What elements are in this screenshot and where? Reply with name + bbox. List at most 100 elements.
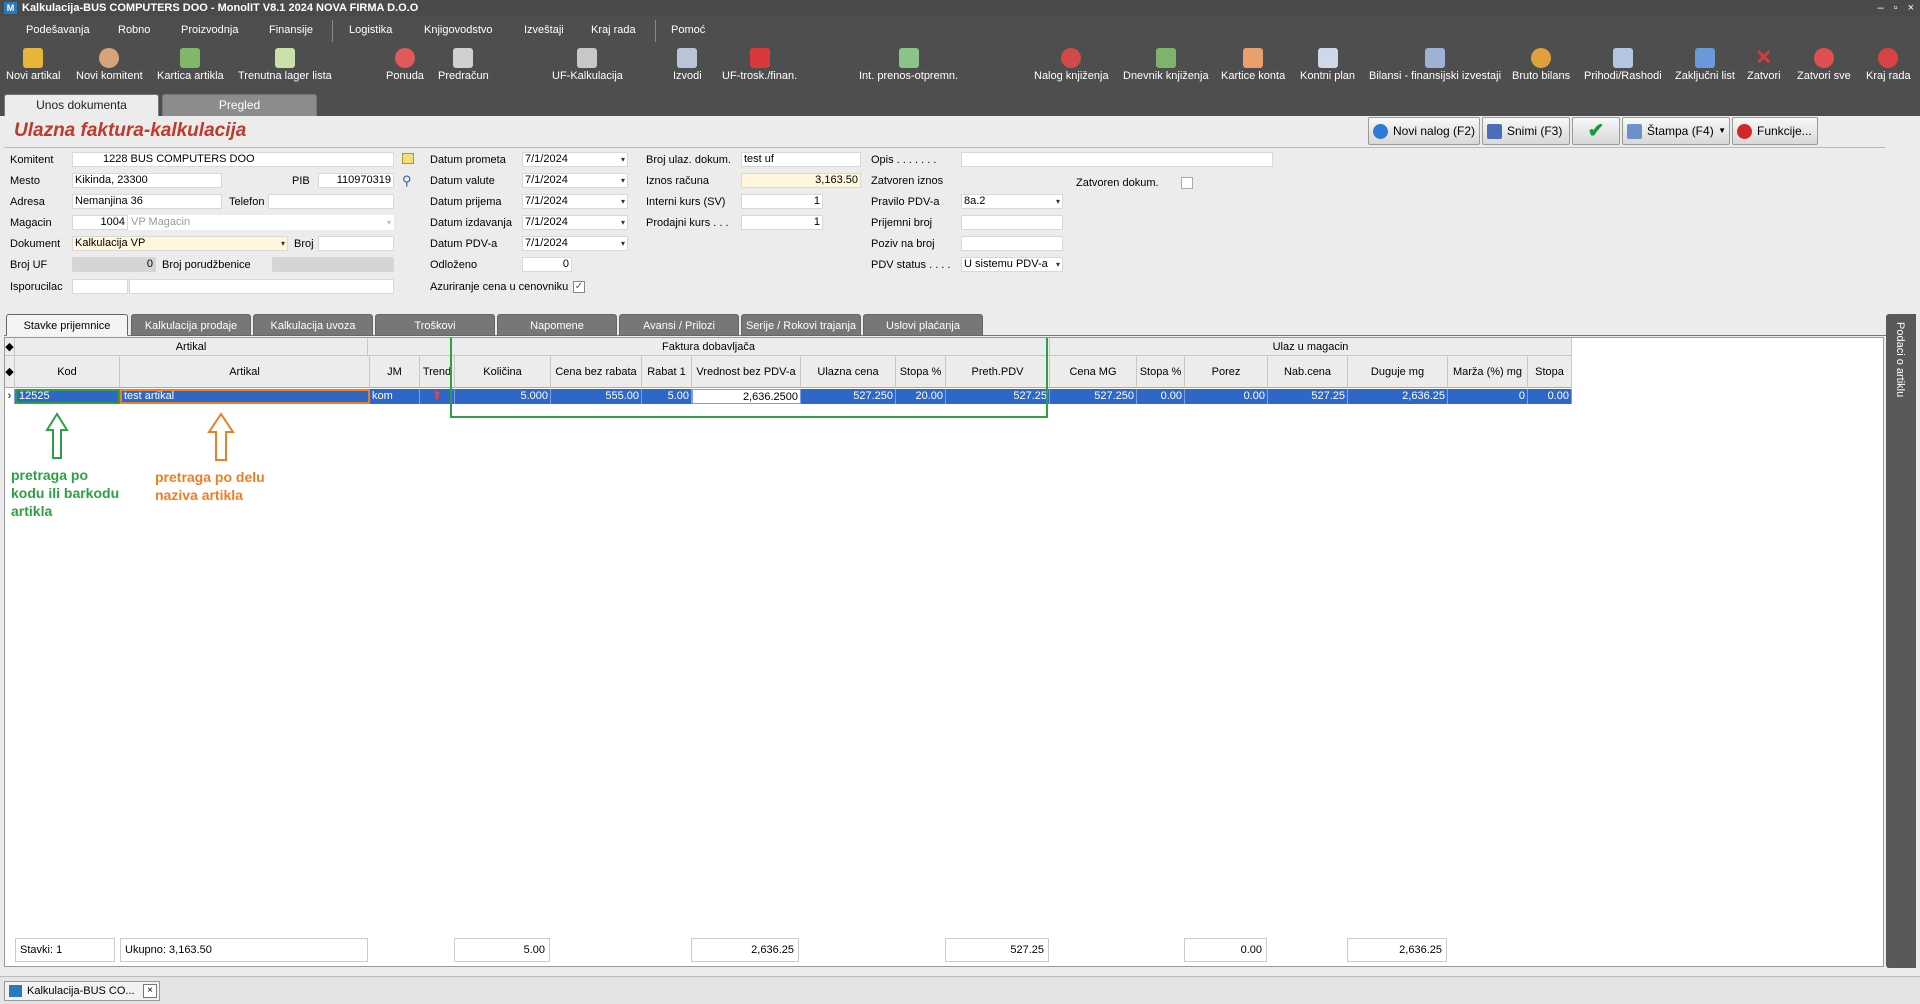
closing-sheet-button[interactable]: Zaključni list: [1675, 48, 1735, 82]
adresa-field[interactable]: Nemanjina 36: [72, 194, 222, 209]
broj-porudzbenice-field[interactable]: [272, 257, 394, 272]
confirm-button[interactable]: ✔: [1572, 117, 1620, 145]
col-artikal[interactable]: Artikal: [120, 356, 370, 388]
posting-journal-button[interactable]: Dnevnik knjiženja: [1123, 48, 1209, 82]
chevron-down-icon[interactable]: ▼: [1718, 118, 1726, 144]
cell-cena-mg[interactable]: 527.250: [1050, 389, 1137, 404]
komitent-field[interactable]: 1228 BUS COMPUTERS DOO: [72, 152, 394, 167]
isporucilac-name-field[interactable]: [129, 279, 394, 294]
tab-kalkulacija-prodaje[interactable]: Kalkulacija prodaje: [131, 314, 251, 336]
datum-pdv-field[interactable]: 7/1/2024 ▾: [522, 236, 628, 251]
odlozeno-field[interactable]: 0: [522, 257, 572, 272]
col-porez[interactable]: Porez: [1185, 356, 1268, 388]
broj-uf-field[interactable]: 0: [72, 257, 156, 272]
offer-button[interactable]: Ponuda: [386, 48, 424, 82]
cell-kod[interactable]: 12525: [15, 389, 120, 404]
col-kod[interactable]: Kod: [15, 356, 120, 388]
menu-finansije[interactable]: Finansije: [269, 24, 313, 36]
tab-avansi[interactable]: Avansi / Prilozi: [619, 314, 739, 336]
account-cards-button[interactable]: Kartice konta: [1221, 48, 1285, 82]
cell-stopa-2[interactable]: 0.00: [1528, 389, 1572, 404]
close-window-icon[interactable]: ×: [1908, 2, 1914, 14]
col-jm[interactable]: JM: [370, 356, 420, 388]
close-all-button[interactable]: Zatvori sve: [1797, 48, 1851, 82]
magacin-name-field[interactable]: VP Magacin ▾: [128, 215, 394, 230]
cell-duguje-mg[interactable]: 2,636.25: [1348, 389, 1448, 404]
save-button[interactable]: Snimi (F3): [1482, 117, 1570, 145]
interni-kurs-field[interactable]: 1: [741, 194, 823, 209]
statements-button[interactable]: Izvodi: [673, 48, 702, 82]
article-info-panel[interactable]: Podaci o artiklu: [1886, 314, 1916, 968]
datum-izdavanja-field[interactable]: 7/1/2024 ▾: [522, 215, 628, 230]
tab-stavke[interactable]: Stavke prijemnice: [6, 314, 128, 336]
taskbar-item[interactable]: Kalkulacija-BUS CO... ×: [4, 981, 160, 1001]
tab-napomene[interactable]: Napomene: [497, 314, 617, 336]
notes-icon[interactable]: [402, 153, 414, 164]
tab-pregled[interactable]: Pregled: [162, 94, 317, 116]
col-duguje-mg[interactable]: Duguje mg: [1348, 356, 1448, 388]
new-article-button[interactable]: Novi artikal: [6, 48, 60, 82]
financial-reports-button[interactable]: Bilansi - finansijski izvestaji: [1369, 48, 1501, 82]
row-indicator[interactable]: ›: [5, 389, 15, 404]
opis-field[interactable]: [961, 152, 1273, 167]
poziv-field[interactable]: [961, 236, 1063, 251]
pib-field[interactable]: 110970319: [318, 173, 394, 188]
exit-button[interactable]: Kraj rada: [1866, 48, 1911, 82]
col-cena-mg[interactable]: Cena MG: [1050, 356, 1137, 388]
menu-robno[interactable]: Robno: [118, 24, 150, 36]
telefon-field[interactable]: [268, 194, 394, 209]
cell-nab-cena[interactable]: 527.25: [1268, 389, 1348, 404]
col-marza[interactable]: Marža (%) mg: [1448, 356, 1528, 388]
azuriranje-checkbox[interactable]: ✓: [573, 281, 585, 293]
income-expense-button[interactable]: Prihodi/Rashodi: [1584, 48, 1662, 82]
new-partner-button[interactable]: Novi komitent: [76, 48, 143, 82]
internal-transfer-button[interactable]: Int. prenos-otpremn.: [859, 48, 958, 82]
cell-jm[interactable]: kom: [370, 389, 420, 404]
col-nab-cena[interactable]: Nab.cena: [1268, 356, 1348, 388]
dokument-select[interactable]: Kalkulacija VP ▾: [72, 236, 288, 251]
cell-artikal[interactable]: test artikal: [120, 389, 370, 404]
search-icon[interactable]: ⚲: [402, 173, 412, 189]
zatvoren-dokum-checkbox[interactable]: [1181, 177, 1193, 189]
tab-serije[interactable]: Serije / Rokovi trajanja: [741, 314, 861, 336]
tab-kalkulacija-uvoza[interactable]: Kalkulacija uvoza: [253, 314, 373, 336]
stock-list-button[interactable]: Trenutna lager lista: [238, 48, 332, 82]
uf-calculation-button[interactable]: UF-Kalkulacija: [552, 48, 623, 82]
uf-costs-button[interactable]: UF-trosk./finan.: [722, 48, 797, 82]
col-stopa-mg[interactable]: Stopa %: [1137, 356, 1185, 388]
iznos-field[interactable]: 3,163.50: [741, 173, 861, 188]
magacin-code-field[interactable]: 1004: [72, 215, 128, 230]
chart-of-accounts-button[interactable]: Kontni plan: [1300, 48, 1355, 82]
maximize-icon[interactable]: ▫: [1894, 2, 1898, 14]
tab-troskovi[interactable]: Troškovi: [375, 314, 495, 336]
menu-podesavanja[interactable]: Podešavanja: [26, 24, 90, 36]
posting-order-button[interactable]: Nalog knjiženja: [1034, 48, 1109, 82]
menu-logistika[interactable]: Logistika: [349, 24, 392, 36]
menu-knjigovodstvo[interactable]: Knjigovodstvo: [424, 24, 493, 36]
menu-proizvodnja[interactable]: Proizvodnja: [181, 24, 238, 36]
gross-balance-button[interactable]: Bruto bilans: [1512, 48, 1570, 82]
cell-marza[interactable]: 0: [1448, 389, 1528, 404]
prodajni-kurs-field[interactable]: 1: [741, 215, 823, 230]
prijemni-field[interactable]: [961, 215, 1063, 230]
tab-uslovi-placanja[interactable]: Uslovi plaćanja: [863, 314, 983, 336]
close-button[interactable]: ✕ Zatvori: [1747, 48, 1781, 82]
tab-unos-dokumenta[interactable]: Unos dokumenta: [4, 94, 159, 116]
menu-kraj-rada[interactable]: Kraj rada: [591, 24, 636, 36]
minimize-icon[interactable]: –: [1878, 2, 1884, 14]
datum-prometa-field[interactable]: 7/1/2024 ▾: [522, 152, 628, 167]
new-order-button[interactable]: Novi nalog (F2): [1368, 117, 1480, 145]
mesto-field[interactable]: Kikinda, 23300: [72, 173, 222, 188]
close-icon[interactable]: ×: [143, 984, 157, 998]
datum-valute-field[interactable]: 7/1/2024 ▾: [522, 173, 628, 188]
col-stopa-2[interactable]: Stopa: [1528, 356, 1572, 388]
functions-button[interactable]: Funkcije...: [1732, 117, 1818, 145]
cell-porez[interactable]: 0.00: [1185, 389, 1268, 404]
menu-izvestaji[interactable]: Izveštaji: [524, 24, 564, 36]
pravilo-select[interactable]: 8a.2 ▾: [961, 194, 1063, 209]
proforma-button[interactable]: Predračun: [438, 48, 489, 82]
broj-field[interactable]: [318, 236, 394, 251]
menu-pomoc[interactable]: Pomoć: [671, 24, 705, 36]
datum-prijema-field[interactable]: 7/1/2024 ▾: [522, 194, 628, 209]
print-button[interactable]: Štampa (F4) ▼: [1622, 117, 1730, 145]
